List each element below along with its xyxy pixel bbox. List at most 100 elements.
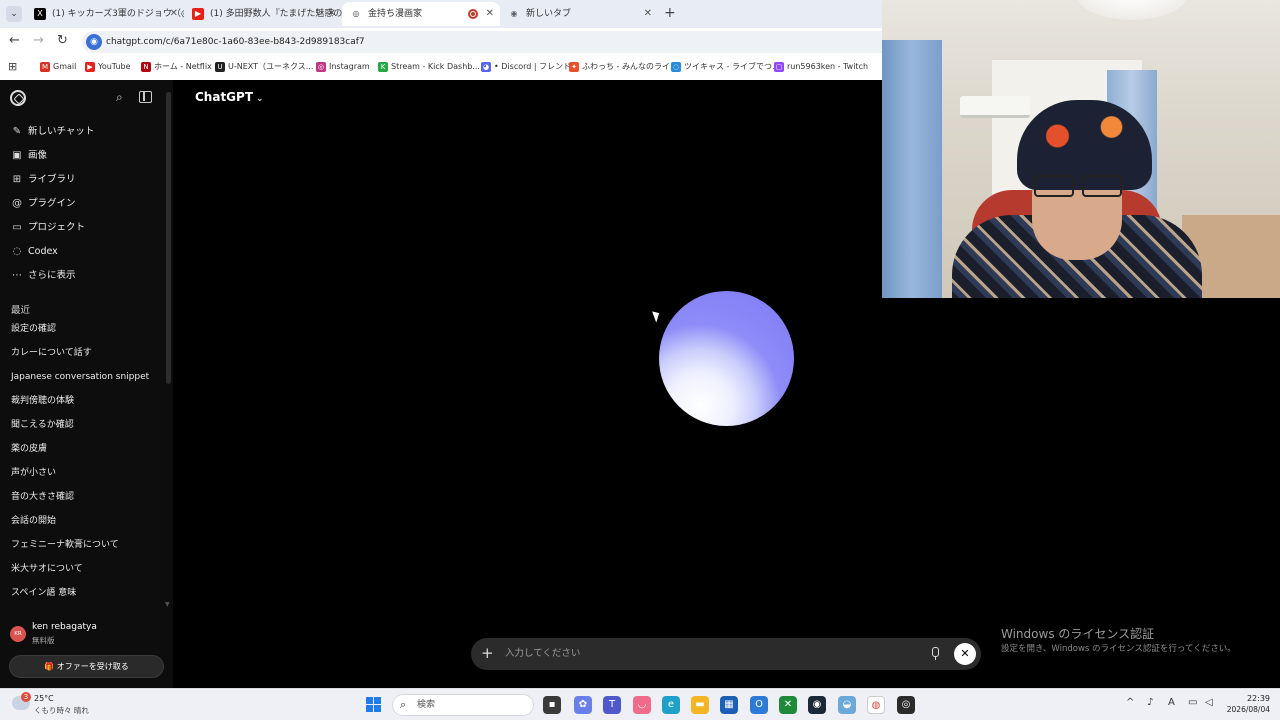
youtube-icon: ▶	[85, 62, 95, 72]
nav-show-more[interactable]: ⋯ さらに表示	[10, 266, 76, 286]
bookmark-twitcasting[interactable]: ◌ ツイキャス - ライブでつ...	[671, 60, 780, 74]
taskbar-search[interactable]: ⌕ 検索	[392, 694, 534, 716]
forward-arrow-icon[interactable]: →	[33, 33, 44, 48]
end-voice-button[interactable]: ✕	[954, 643, 976, 665]
microphone-icon[interactable]	[929, 647, 941, 661]
tab-twitter[interactable]: X (1) キッカーズ3軍のドジョウ（@run ✕	[26, 2, 184, 26]
nav-new-chat[interactable]: ✎ 新しいチャット	[10, 122, 95, 142]
search-icon: ⌕	[400, 698, 407, 711]
recent-chat-item[interactable]: 設定の確認	[11, 320, 56, 338]
close-tab-icon[interactable]: ✕	[328, 2, 336, 26]
bookmark-youtube[interactable]: ▶ YouTube	[85, 60, 131, 74]
nav-codex[interactable]: ◌ Codex	[10, 242, 58, 262]
clock-date[interactable]: 2026/08/04	[1222, 705, 1270, 714]
twitcasting-icon: ◌	[671, 62, 681, 72]
notification-badge: 3	[21, 692, 31, 702]
nav-plugins[interactable]: @ プラグイン	[10, 194, 76, 214]
recent-chat-item[interactable]: 会話の開始	[11, 512, 56, 530]
recent-chat-item[interactable]: カレーについて話す	[11, 344, 92, 362]
bookmark-twitch[interactable]: ▢ run5963ken - Twitch	[774, 60, 868, 74]
show-hidden-icons-chevron-icon[interactable]: ^	[1126, 697, 1134, 708]
recent-chat-item[interactable]: スペイン語 意味	[11, 584, 76, 602]
bookmark-kick[interactable]: K Stream - Kick Dashb...	[378, 60, 480, 74]
chevron-down-icon: ⌄	[256, 94, 264, 104]
app-icon[interactable]: ◒	[838, 696, 856, 714]
recent-chat-item[interactable]: Japanese conversation snippet	[11, 368, 149, 386]
sidebar-toggle-icon[interactable]	[139, 91, 152, 103]
tab-label: (1) 多田野数人『たまげた魅惑の7	[210, 9, 342, 19]
folder-icon: ▭	[12, 222, 22, 233]
recent-chat-item[interactable]: 音の大きさ確認	[11, 488, 74, 506]
recent-chat-item[interactable]: 米大サオについて	[11, 560, 83, 578]
model-selector[interactable]: ChatGPT ⌄	[195, 90, 264, 104]
network-icon[interactable]: ▭	[1188, 697, 1197, 708]
tab-chatgpt[interactable]: ◎ 金持ち漫画家 ✕	[342, 2, 500, 26]
bookmark-fuwacchi[interactable]: ✦ ふわっち - みんなのライ...	[569, 60, 678, 74]
nav-label: プロジェクト	[28, 222, 86, 233]
chrome-icon[interactable]: ◍	[867, 696, 885, 714]
store-icon[interactable]: ▦	[720, 696, 738, 714]
attach-plus-icon[interactable]: +	[481, 644, 494, 662]
clock-time[interactable]: 22:39	[1240, 694, 1270, 703]
unext-icon: U	[215, 62, 225, 72]
fuwacchi-icon: ✦	[569, 62, 579, 72]
bookmark-netflix[interactable]: N ホーム - Netflix	[141, 60, 212, 74]
xbox-icon[interactable]: ✕	[779, 696, 797, 714]
nav-images[interactable]: ▣ 画像	[10, 146, 47, 166]
recent-chat-item[interactable]: 聞こえるか確認	[11, 416, 74, 434]
nav-projects[interactable]: ▭ プロジェクト	[10, 218, 85, 238]
tab-new-tab[interactable]: ◉ 新しいタブ ✕	[500, 2, 658, 26]
bookmark-unext[interactable]: U U-NEXT（ユーネクス...	[215, 60, 313, 74]
chrome-logo-icon: ◉	[508, 8, 520, 20]
recent-chat-item[interactable]: 声が小さい	[11, 464, 56, 482]
back-arrow-icon[interactable]: ←	[9, 33, 20, 48]
sidebar: ⌕ ✎ 新しいチャット ▣ 画像 ⊞ ライブラリ @ プラグイン ▭ プロジェクト ◌ Co…	[0, 80, 173, 688]
recent-chat-item[interactable]: 薬の皮膚	[11, 440, 47, 458]
windows-start-icon[interactable]	[366, 697, 382, 713]
close-tab-icon[interactable]: ✕	[486, 2, 494, 26]
recent-chat-item[interactable]: 裁判傍聴の体験	[11, 392, 74, 410]
copilot-icon[interactable]: ✿	[574, 696, 592, 714]
task-view-icon[interactable]: ▪	[543, 696, 561, 714]
sidebar-scrollbar[interactable]	[166, 92, 171, 384]
composer-input[interactable]: 入力してください	[505, 638, 580, 670]
openai-logo-icon[interactable]	[10, 90, 26, 106]
tab-youtube[interactable]: ▶ (1) 多田野数人『たまげた魅惑の7 ✕	[184, 2, 342, 26]
nav-library[interactable]: ⊞ ライブラリ	[10, 170, 76, 190]
recent-chat-item[interactable]: フェミニーナ軟膏について	[11, 536, 119, 554]
search-icon[interactable]: ⌕	[116, 90, 123, 105]
bookmark-label: Stream - Kick Dashb...	[391, 62, 480, 71]
claim-offer-button[interactable]: 🎁 オファーを受け取る	[9, 655, 164, 678]
microphone-tray-icon[interactable]: ♪	[1147, 697, 1153, 708]
composer-bar[interactable]: + 入力してください ✕	[471, 638, 981, 670]
library-icon: ⊞	[12, 174, 22, 185]
outlook-icon[interactable]: O	[750, 696, 768, 714]
tab-search-icon[interactable]: ⌄	[6, 6, 22, 22]
scroll-down-arrow-icon[interactable]: ▼	[165, 601, 170, 608]
image-icon: ▣	[12, 150, 22, 161]
reload-icon[interactable]: ↻	[57, 33, 68, 48]
bookmark-label: Gmail	[53, 62, 77, 71]
nav-label: ライブラリ	[28, 174, 76, 185]
obs-icon[interactable]: ◎	[897, 696, 915, 714]
volume-icon[interactable]: ◁	[1205, 697, 1213, 708]
bookmark-label: U-NEXT（ユーネクス...	[228, 62, 314, 71]
search-label: 検索	[417, 700, 436, 710]
steam-icon[interactable]: ◉	[808, 696, 826, 714]
address-bar[interactable]: ◉ chatgpt.com/c/6a71e80c-1a60-83ee-b843-…	[82, 31, 882, 53]
teams-icon[interactable]: T	[603, 696, 621, 714]
close-tab-icon[interactable]: ✕	[170, 2, 178, 26]
ime-indicator-icon[interactable]: A	[1168, 697, 1175, 708]
file-explorer-icon[interactable]: ▬	[691, 696, 709, 714]
apps-grid-icon[interactable]: ⊞	[8, 60, 17, 73]
close-tab-icon[interactable]: ✕	[644, 2, 652, 26]
bookmark-gmail[interactable]: M Gmail	[40, 60, 76, 74]
edge-icon[interactable]: e	[662, 696, 680, 714]
bookmark-discord[interactable]: ◕ • Discord | フレンド	[481, 60, 571, 74]
netflix-icon: N	[141, 62, 151, 72]
site-info-icon[interactable]: ◉	[86, 34, 102, 50]
user-profile[interactable]: KR ken rebagatya 無料版	[10, 622, 165, 646]
bookmark-instagram[interactable]: ◎ Instagram	[316, 60, 370, 74]
lips-app-icon[interactable]: ◡	[633, 696, 651, 714]
new-tab-button[interactable]: +	[664, 5, 676, 21]
